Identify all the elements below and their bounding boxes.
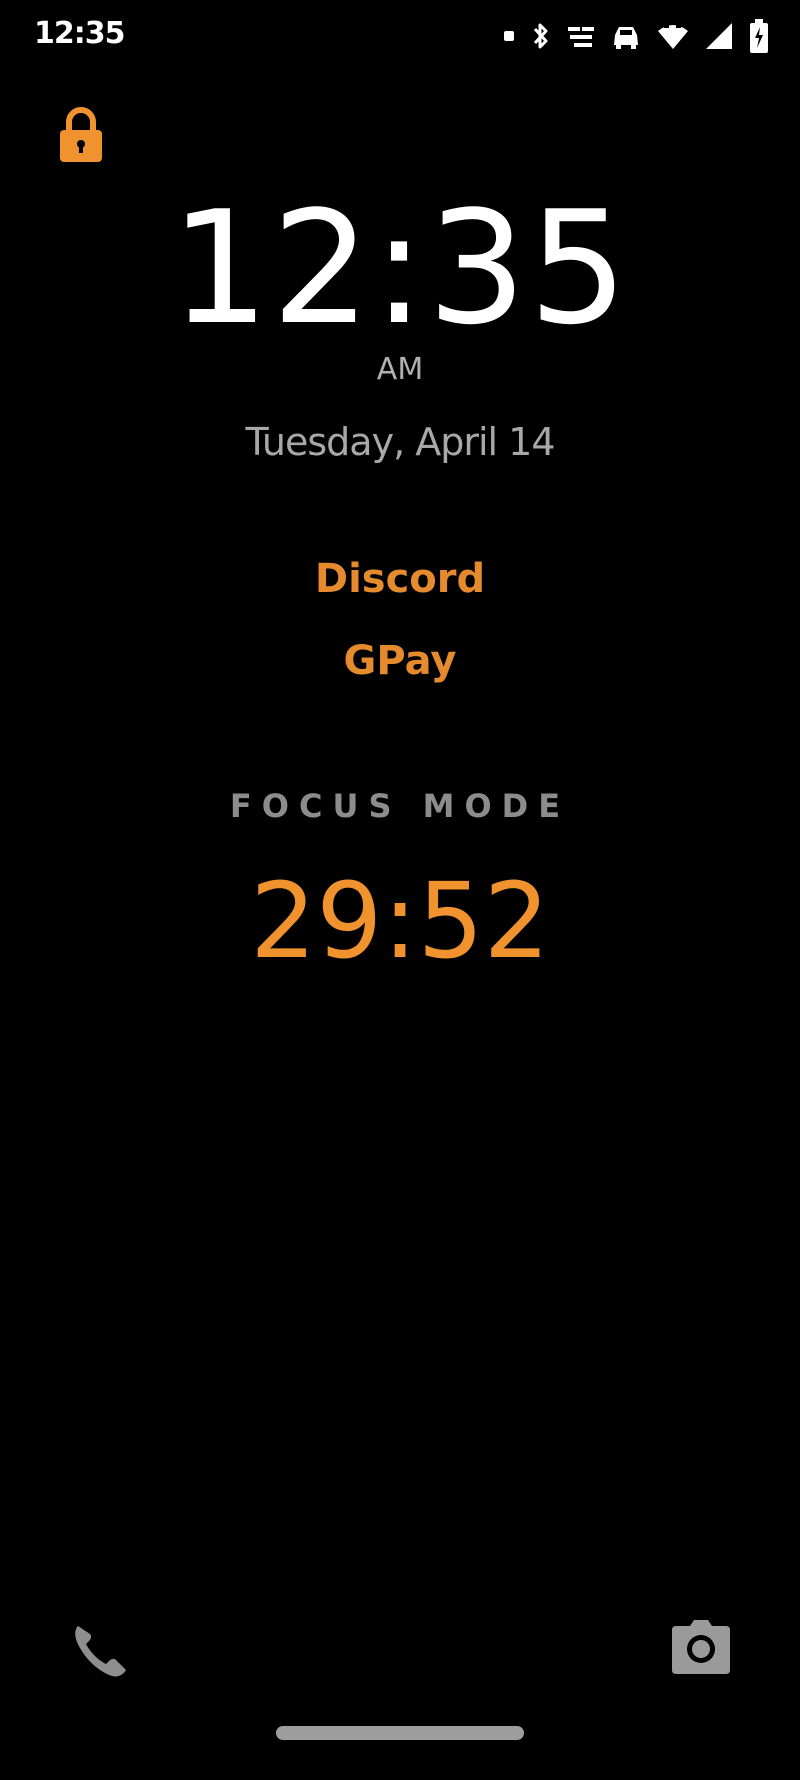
- camera-icon[interactable]: [670, 1616, 732, 1678]
- status-time: 12:35: [34, 16, 125, 51]
- lock-screen-clock: 12:35: [170, 177, 630, 359]
- lock-icon: [60, 107, 102, 162]
- notification-gpay[interactable]: GPay: [0, 636, 800, 686]
- signal-icon: [706, 23, 732, 49]
- notification-dot-icon: [504, 31, 514, 41]
- status-bar: 12:35: [0, 0, 800, 72]
- phone-icon[interactable]: [70, 1620, 130, 1680]
- wifi-icon: [658, 25, 688, 49]
- home-indicator[interactable]: [276, 1726, 524, 1740]
- bluetooth-icon: [533, 23, 548, 49]
- notification-discord[interactable]: Discord: [0, 554, 800, 604]
- status-icons: [502, 18, 770, 54]
- clock-ampm: AM: [376, 352, 424, 387]
- battery-icon: [750, 19, 768, 53]
- focus-mode-label: FOCUS MODE: [229, 787, 571, 825]
- data-speed-icon: [568, 27, 594, 47]
- car-icon: [614, 27, 638, 49]
- focus-mode-timer: 29:52: [250, 860, 550, 982]
- lock-screen-date: Tuesday, April 14: [245, 420, 555, 464]
